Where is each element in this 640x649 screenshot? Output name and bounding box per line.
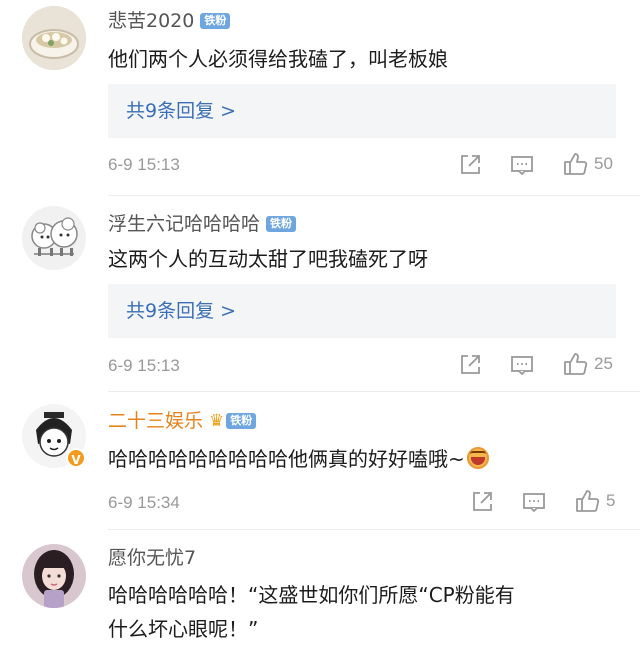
thumbs-up-icon: [576, 490, 600, 512]
comment-item: V 二十三娱乐 ♛ 铁粉 哈哈哈哈哈哈哈哈哈他俩真的好好嗑哦~ 6-9 15:3…: [0, 392, 640, 530]
view-replies-button[interactable]: 共9条回复 >: [108, 84, 616, 138]
avatar[interactable]: [22, 6, 86, 70]
share-button[interactable]: [470, 490, 494, 514]
sheep-icon: [22, 206, 86, 270]
username[interactable]: 愿你无忧7: [108, 546, 196, 570]
share-icon: [473, 492, 492, 511]
vip-badge: V: [66, 448, 86, 468]
timestamp: 6-9 15:13: [108, 356, 180, 375]
like-button[interactable]: 50: [562, 151, 613, 177]
comment-icon: [511, 356, 533, 376]
share-button[interactable]: [458, 353, 482, 377]
username-text[interactable]: 浮生六记哈哈哈哈: [108, 212, 260, 236]
username-text[interactable]: 愿你无忧7: [108, 546, 196, 570]
comment-button[interactable]: [510, 353, 534, 377]
comment-text-content: 哈哈哈哈哈哈哈哈哈他俩真的好好嗑哦~: [108, 447, 465, 471]
like-count: 5: [606, 491, 616, 510]
thumbs-up-icon: [564, 353, 588, 375]
share-button[interactable]: [458, 153, 482, 177]
comment-button[interactable]: [510, 153, 534, 177]
food-bowl-icon: [22, 6, 86, 70]
like-button[interactable]: 25: [562, 351, 613, 377]
username-text[interactable]: 二十三娱乐: [108, 409, 203, 433]
like-count: 25: [594, 354, 613, 373]
like-button[interactable]: 5: [574, 488, 615, 514]
fan-badge: 铁粉: [226, 413, 257, 429]
thumbs-up-icon: [564, 153, 588, 175]
username[interactable]: 浮生六记哈哈哈哈 铁粉: [108, 212, 297, 236]
fan-badge: 铁粉: [200, 13, 231, 29]
comment-button[interactable]: [522, 490, 546, 514]
comment-text: 他们两个人必须得给我磕了，叫老板娘: [108, 47, 448, 71]
like-count: 50: [594, 154, 613, 173]
comment-icon: [523, 493, 545, 513]
share-icon: [461, 155, 480, 174]
view-replies-button[interactable]: 共9条回复 >: [108, 284, 616, 338]
username[interactable]: 二十三娱乐 ♛ 铁粉: [108, 409, 257, 433]
avatar[interactable]: [22, 206, 86, 270]
comment-text-line1: 哈哈哈哈哈哈！“这盛世如你们所愿“CP粉能有: [108, 583, 515, 607]
timestamp: 6-9 15:13: [108, 155, 180, 174]
avatar[interactable]: [22, 544, 86, 608]
fan-badge: 铁粉: [266, 216, 297, 232]
comment-item: 浮生六记哈哈哈哈 铁粉 这两个人的互动太甜了吧我磕死了呀 共9条回复 > 6-9…: [0, 196, 640, 392]
comment-text-line2: 什么坏心眼呢！”: [108, 617, 259, 641]
comment-item: 愿你无忧7 哈哈哈哈哈哈！“这盛世如你们所愿“CP粉能有 什么坏心眼呢！”: [0, 530, 640, 649]
username-text[interactable]: 悲苦2020: [108, 9, 194, 33]
comment-text: 哈哈哈哈哈哈哈哈哈他俩真的好好嗑哦~: [108, 442, 628, 476]
timestamp: 6-9 15:34: [108, 493, 180, 512]
comment-text: 这两个人的互动太甜了吧我磕死了呀: [108, 247, 428, 271]
share-icon: [461, 355, 480, 374]
username[interactable]: 悲苦2020 铁粉: [108, 9, 231, 33]
comment-icon: [511, 156, 533, 176]
laughing-emoji-icon: [466, 447, 489, 469]
avatar[interactable]: V: [22, 404, 86, 468]
girl-photo-icon: [22, 544, 86, 608]
comment-item: 悲苦2020 铁粉 他们两个人必须得给我磕了，叫老板娘 共9条回复 > 6-9 …: [0, 0, 640, 196]
crown-icon: ♛: [209, 411, 225, 431]
